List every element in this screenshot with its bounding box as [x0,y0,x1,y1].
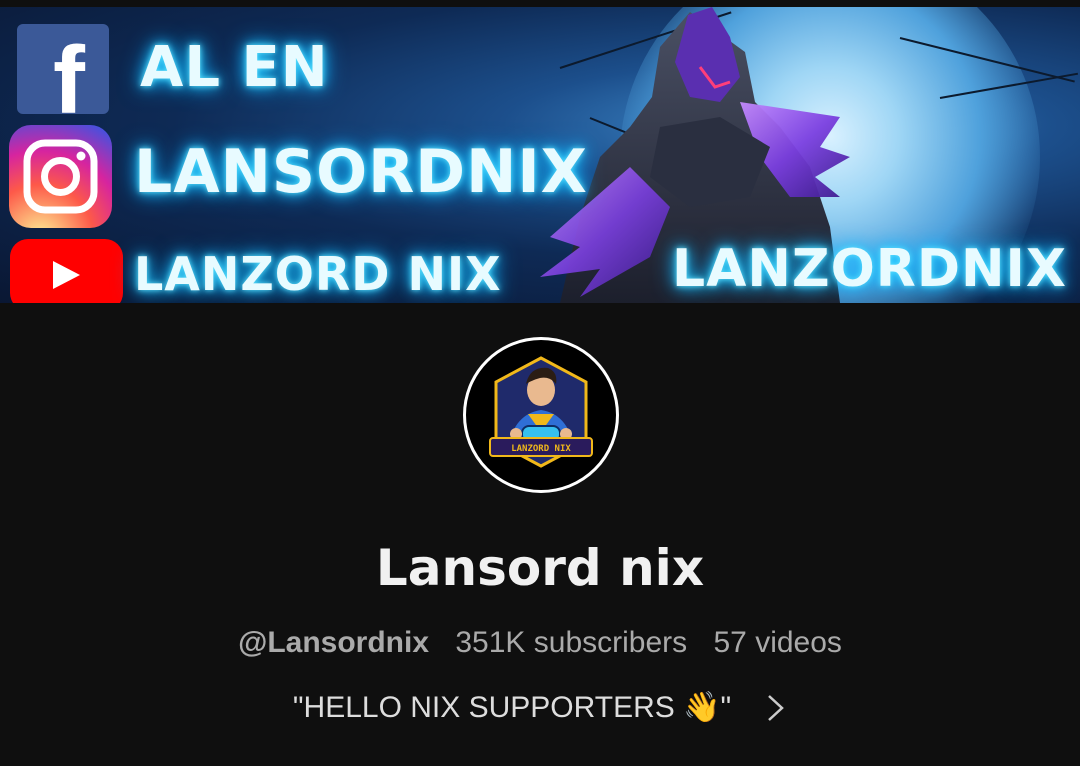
youtube-icon [10,239,123,303]
chevron-right-icon [768,695,784,721]
video-count: 57 videos [713,626,842,659]
channel-description: "HELLO NIX SUPPORTERS 👋" [292,691,732,724]
channel-description-link[interactable]: "HELLO NIX SUPPORTERS 👋" [0,688,1080,728]
instagram-glyph [23,139,98,214]
instagram-icon [9,125,112,228]
subscriber-count: 351K subscribers [455,626,688,659]
channel-avatar[interactable]: LANZORD NIX [463,337,619,493]
banner-instagram-name: LANSORDNIX [134,137,588,207]
banner-youtube-name: LANZORD NIX [134,247,502,301]
banner-logo-text: LANZORDNIX [672,239,1067,299]
channel-name: Lansord nix [375,539,705,597]
avatar-badge-text: LANZORD NIX [511,444,571,454]
avatar-mascot-art: LANZORD NIX [489,356,593,468]
youtube-play-glyph [53,261,80,289]
facebook-icon: f [17,24,109,114]
banner-facebook-name: AL EN [140,35,329,100]
channel-banner: f AL EN LANSORDNIX LANZORD NIX LANZORDNI… [0,7,1080,303]
channel-handle: @Lansordnix [238,626,430,659]
channel-page: f AL EN LANSORDNIX LANZORD NIX LANZORDNI… [0,0,1080,766]
channel-meta: @Lansordnix 351K subscribers 57 videos [0,624,1080,662]
